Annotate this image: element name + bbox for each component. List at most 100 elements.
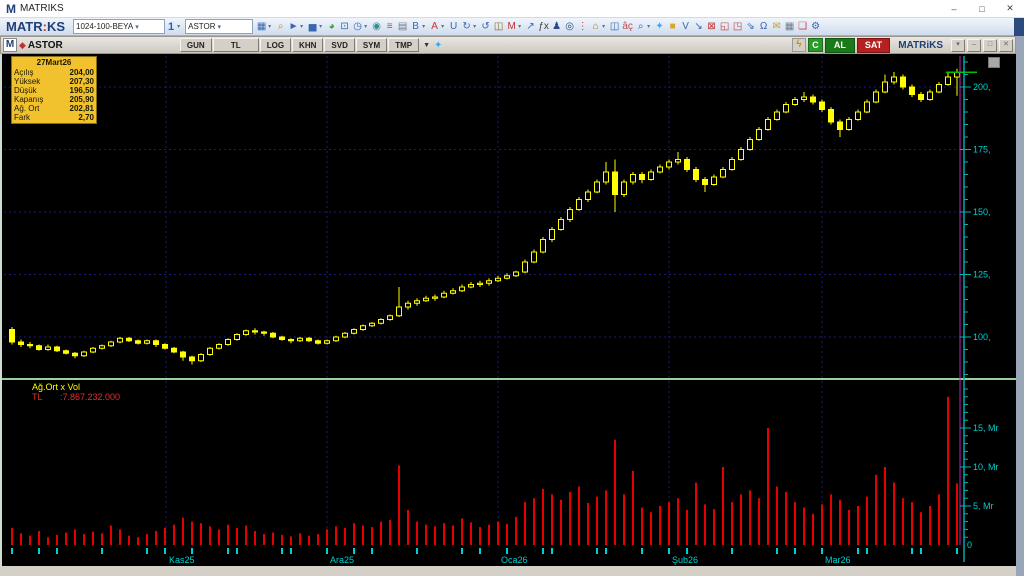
chat-icon[interactable]: ❏ xyxy=(796,19,809,35)
globe-icon[interactable]: ◉ xyxy=(370,19,383,35)
folder-icon[interactable]: ■ xyxy=(666,19,679,35)
svg-text:Mar26: Mar26 xyxy=(825,555,851,565)
clock-icon[interactable]: ◷ xyxy=(351,19,364,35)
quick-trade-icon[interactable]: ϟ xyxy=(791,38,806,52)
line-chart-icon[interactable]: ↗ xyxy=(524,19,537,35)
toolbar-overflow-strip[interactable] xyxy=(1014,18,1024,36)
matriks-mini-icon: M xyxy=(3,38,17,52)
font-color-icon[interactable]: A xyxy=(428,19,441,35)
svg-text:10, Mr: 10, Mr xyxy=(973,462,999,472)
monitor-icon[interactable]: ⊡ xyxy=(338,19,351,35)
chart-mode-button-log[interactable]: LOG xyxy=(259,38,292,52)
translate-icon[interactable]: âç xyxy=(621,19,634,35)
window-minimize-button[interactable]: – xyxy=(967,38,981,52)
chevron-down-icon: ▾ xyxy=(217,23,222,31)
svg-text:5, Mr: 5, Mr xyxy=(973,501,994,511)
window-small2-icon[interactable]: ◳ xyxy=(731,19,744,35)
chart-mode-button-khn[interactable]: KHN xyxy=(292,38,324,52)
svg-text:200,: 200, xyxy=(973,82,991,92)
calculator-icon[interactable]: ▦ xyxy=(783,19,796,35)
toolbar-icons: ▦ ▾ ⌕ ► ▾ ▅ ▾ ◕ ⊡ ◷ ▾ ◉ ≡ ▤ B ▾ A ▾ U ↻ ▾ ↺ ◫ M ▾ ↗ ƒx ♟ ◎ ⋮ ⌂ ▾ ◫ âç ⌕ ▾ ✦ ■… xyxy=(255,19,822,35)
depth-icon[interactable]: ↺ xyxy=(479,19,492,35)
time-sales-icon[interactable]: ↻ xyxy=(460,19,473,35)
chart-bars-icon[interactable]: ▅ xyxy=(306,19,319,35)
chart-symbol-label: ASTOR xyxy=(27,39,63,51)
window-restore-button[interactable]: □ xyxy=(983,38,997,52)
title-bar: M MATRIKS – □ ✕ xyxy=(0,0,1024,18)
chart-mode-button-tl[interactable]: TL xyxy=(212,38,259,52)
indicator-dropdown-icon[interactable]: ▼ xyxy=(423,42,430,49)
window-small-icon[interactable]: ◱ xyxy=(718,19,731,35)
svg-text:100,: 100, xyxy=(973,332,991,342)
chart-pointer-icon[interactable]: ↘ xyxy=(692,19,705,35)
mail-icon[interactable]: ✉ xyxy=(770,19,783,35)
twitter-icon[interactable]: ✦ xyxy=(653,19,666,35)
chart-mode-button-sym[interactable]: SYM xyxy=(355,38,388,52)
svg-text:0: 0 xyxy=(967,540,972,550)
matriks-m-icon[interactable]: M xyxy=(505,19,518,35)
window-pin-button[interactable]: ▾ xyxy=(951,38,965,52)
volume-value: :7.867.232.000 xyxy=(60,392,121,402)
matriks-app: M MATRIKS – □ ✕ MATR:KS 1024-100-BEYA ▾ 1… xyxy=(0,0,1024,576)
window-close-button[interactable]: ✕ xyxy=(999,38,1013,52)
axis-scroll-button[interactable] xyxy=(988,57,1000,68)
settings-icon[interactable]: ⚙ xyxy=(809,19,822,35)
buy-button[interactable]: AL xyxy=(824,37,855,53)
chart-brand-label: MATRiKS xyxy=(898,39,943,51)
chart-window: M ◆ ASTOR GUN TL LOG KHN SVD SYM TMP ▼ ✦ ϟ C A… xyxy=(0,36,1016,576)
window-title: MATRIKS xyxy=(20,3,64,14)
pie-chart-icon[interactable]: ◕ xyxy=(325,19,338,35)
pane-divider[interactable] xyxy=(2,378,1016,380)
sell-button[interactable]: SAT xyxy=(856,37,891,53)
chevron-down-icon: ▾ xyxy=(135,23,139,31)
formula-icon[interactable]: ƒx xyxy=(537,19,550,35)
underline-icon[interactable]: U xyxy=(447,19,460,35)
chart-header-buttons: GUN TL LOG KHN SVD SYM TMP xyxy=(179,38,420,52)
volume-pane-title: Ağ.Ort x Vol xyxy=(32,382,81,392)
close-button[interactable]: ✕ xyxy=(996,0,1024,17)
matriks-brand: MATR:KS xyxy=(6,19,65,34)
search-icon[interactable]: ⌕ xyxy=(634,19,647,35)
chart-type-icon[interactable]: ◆ xyxy=(19,40,26,51)
annotation-arrow-icon[interactable]: ⇘ xyxy=(744,19,757,35)
tooltip-date: 27Mart26 xyxy=(36,58,72,67)
chart-mode-button-svd[interactable]: SVD xyxy=(324,38,355,52)
news-icon[interactable]: ▤ xyxy=(396,19,409,35)
twitter-share-icon[interactable]: ✦ xyxy=(434,40,442,51)
traffic-light-icon[interactable]: ⋮ xyxy=(576,19,589,35)
chart-canvas[interactable]: 200, 175, 150, 125, 100, 15, Mr 10, Mr 5, Mr 0 Ka… xyxy=(2,54,1016,566)
reports-icon[interactable]: ◫ xyxy=(608,19,621,35)
zoom-icon[interactable]: ⌕ xyxy=(274,19,287,35)
viop-v-icon[interactable]: V xyxy=(679,19,692,35)
save-icon[interactable]: ▦ xyxy=(255,19,268,35)
alarm-icon[interactable]: Ω xyxy=(757,19,770,35)
monitor-alert-icon[interactable]: ⊠ xyxy=(705,19,718,35)
svg-text:175,: 175, xyxy=(973,145,991,155)
chevron-down-icon[interactable]: ▾ xyxy=(177,23,183,30)
workspace-select[interactable]: 1024-100-BEYA ▾ xyxy=(73,19,165,34)
quote-list-icon[interactable]: ≡ xyxy=(383,19,396,35)
volume-currency-label: TL xyxy=(32,392,43,402)
symbol-input[interactable]: ASTOR ▾ xyxy=(185,19,254,34)
pointer-icon[interactable]: ► xyxy=(287,19,300,35)
company-icon[interactable]: ⌂ xyxy=(589,19,602,35)
svg-text:Kas25: Kas25 xyxy=(169,555,195,565)
bold-icon[interactable]: B xyxy=(409,19,422,35)
page-number[interactable]: 1 xyxy=(168,21,174,33)
condition-button[interactable]: C xyxy=(807,38,823,52)
svg-text:150,: 150, xyxy=(973,207,991,217)
chart-body: 200, 175, 150, 125, 100, 15, Mr 10, Mr 5, Mr 0 Ka… xyxy=(0,54,1016,566)
ohlc-tooltip: 27Mart26 Açılış 204,00 Yüksek 207,30 Düşük… xyxy=(11,56,97,124)
svg-text:15, Mr: 15, Mr xyxy=(973,423,999,433)
chart-mode-button-tmp[interactable]: TMP xyxy=(388,38,420,52)
accounts-icon[interactable]: ◎ xyxy=(563,19,576,35)
chart-mode-button-gun[interactable]: GUN xyxy=(179,38,212,52)
portfolio-icon[interactable]: ♟ xyxy=(550,19,563,35)
main-toolbar: MATR:KS 1024-100-BEYA ▾ 1 ▾ ASTOR ▾ ▦ ▾ ⌕ ► ▾ ▅… xyxy=(0,18,1024,36)
svg-text:Ara25: Ara25 xyxy=(330,555,354,565)
right-edge-strip xyxy=(1016,18,1024,576)
minimize-button[interactable]: – xyxy=(940,0,968,17)
viop-icon[interactable]: ◫ xyxy=(492,19,505,35)
maximize-button[interactable]: □ xyxy=(968,0,996,17)
svg-text:125,: 125, xyxy=(973,270,991,280)
